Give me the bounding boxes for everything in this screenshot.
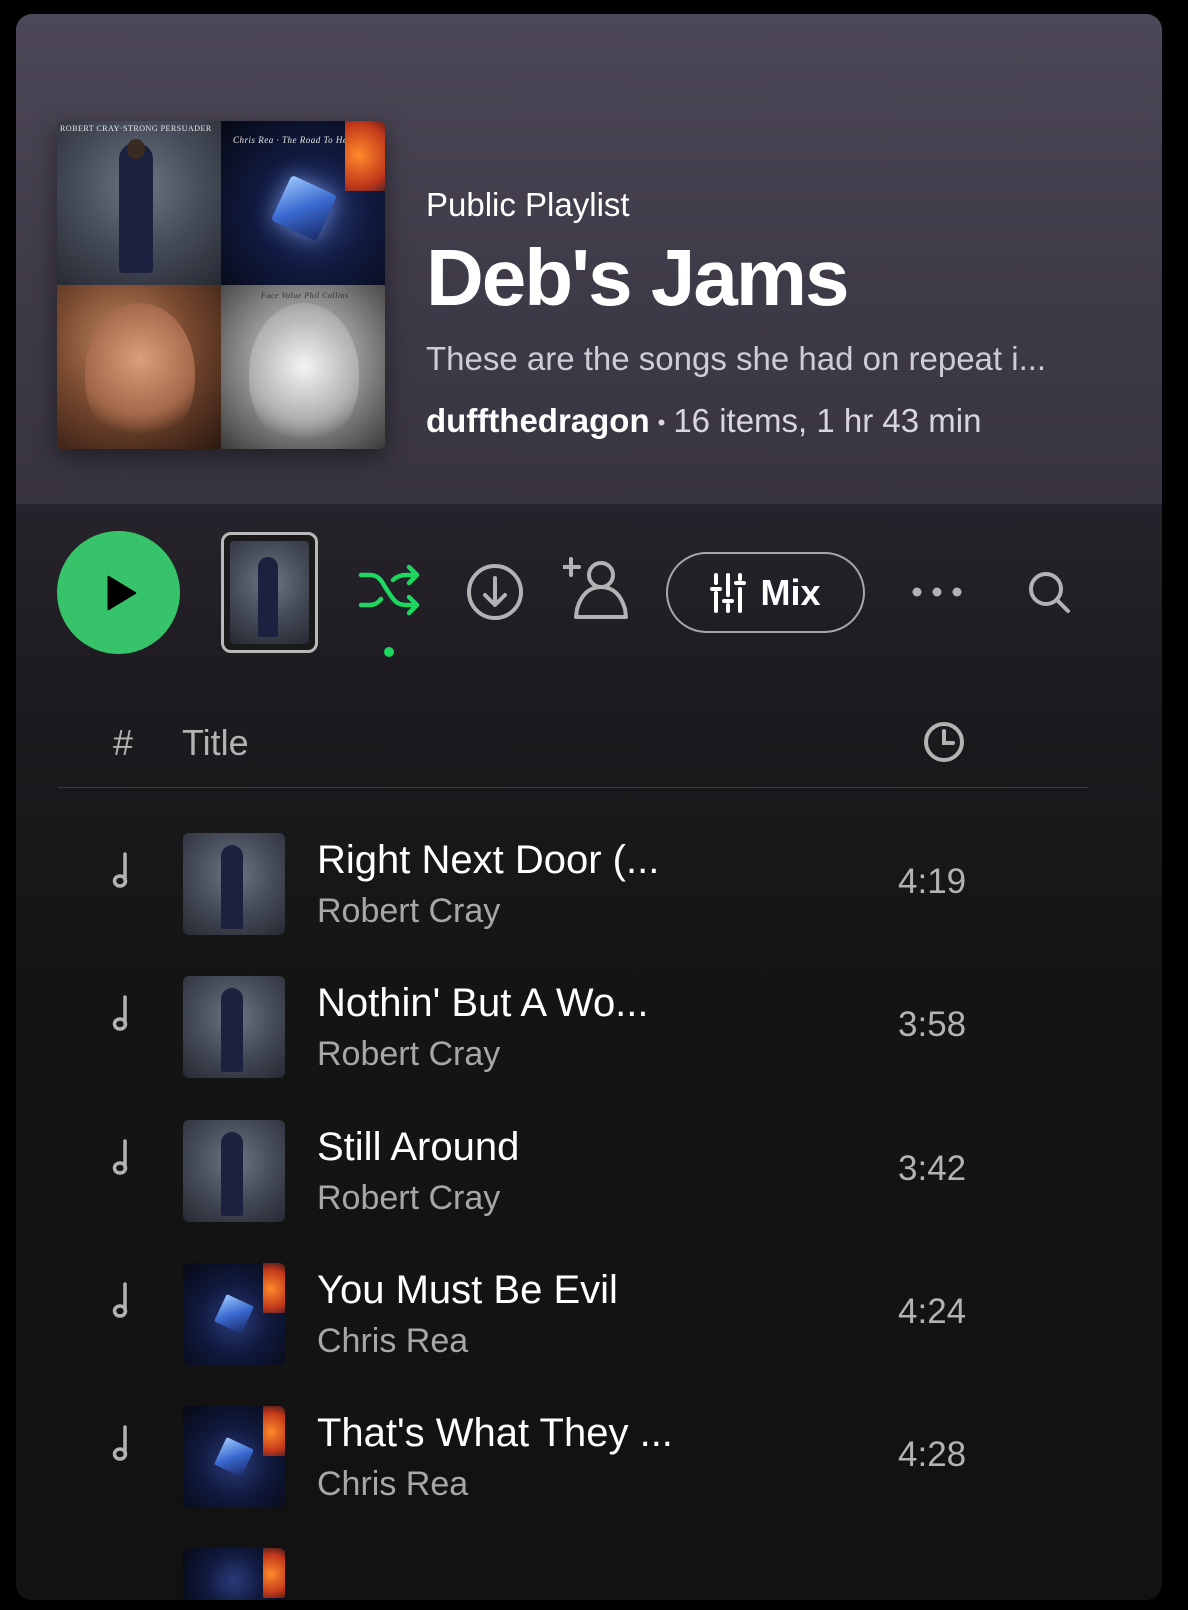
- track-duration: 3:42: [898, 1148, 967, 1188]
- playlist-description[interactable]: These are the songs she had on repeat i.…: [426, 340, 1046, 378]
- track-duration: 4:28: [898, 1435, 967, 1475]
- track-duration: 4:24: [898, 1291, 967, 1331]
- search-button[interactable]: [1016, 557, 1082, 627]
- track-artwork: [183, 1119, 285, 1222]
- cover-art-strong-persuader: ROBERT CRAY·STRONG PERSUADER: [57, 121, 221, 285]
- column-title[interactable]: Title: [182, 722, 249, 764]
- tracklist-header: # Title: [58, 714, 1088, 788]
- more-options-button[interactable]: [904, 557, 970, 627]
- mix-label: Mix: [760, 571, 821, 613]
- add-user-icon: [563, 557, 628, 619]
- shuffle-active-indicator: [384, 647, 394, 657]
- track-title[interactable]: You Must Be Evil: [317, 1268, 618, 1313]
- track-title[interactable]: That's What They ...: [317, 1411, 673, 1456]
- music-note-icon: [112, 995, 128, 1032]
- track-artist[interactable]: Chris Rea: [317, 1322, 468, 1361]
- preview-thumbnail-button[interactable]: [221, 532, 318, 653]
- track-row[interactable]: Right Next Door (... Robert Cray 4:19: [58, 814, 1088, 957]
- music-note-icon: [112, 1425, 128, 1461]
- playlist-type-label: Public Playlist: [426, 186, 630, 223]
- play-icon: [106, 575, 136, 610]
- cover-art-phil-collins-portrait: [57, 285, 221, 449]
- download-button[interactable]: [460, 557, 530, 627]
- track-artwork: [183, 833, 285, 935]
- track-artist[interactable]: Chris Rea: [317, 1465, 468, 1504]
- music-note-icon: [112, 1282, 128, 1318]
- mix-button[interactable]: Mix: [666, 552, 865, 633]
- music-note-icon: [112, 1138, 128, 1175]
- invite-collaborator-button[interactable]: [561, 553, 631, 623]
- playlist-stats: 16 items, 1 hr 43 min: [673, 402, 982, 439]
- cover-text: Face Value Phil Collins: [261, 291, 349, 300]
- track-duration: 4:19: [898, 862, 967, 901]
- action-bar: Mix: [16, 531, 1162, 657]
- track-row[interactable]: Still Around Robert Cray 3:42: [58, 1101, 1088, 1244]
- cover-text: Chris Rea · The Road To Hell: [233, 135, 354, 145]
- track-artwork: [183, 1406, 285, 1509]
- track-artist[interactable]: Robert Cray: [317, 1035, 500, 1074]
- separator-dot: •: [657, 410, 666, 436]
- playlist-byline: duffthedragon • 16 items, 1 hr 43 min: [426, 402, 1046, 440]
- track-title[interactable]: Right Next Door (...: [317, 838, 659, 883]
- track-title[interactable]: Still Around: [317, 1125, 519, 1170]
- album-thumbnail: [230, 541, 309, 644]
- track-title[interactable]: Nothin' But A Wo...: [317, 981, 649, 1026]
- play-button[interactable]: [57, 531, 180, 654]
- track-row[interactable]: You Must Be Evil Chris Rea 4:24: [58, 1244, 1088, 1387]
- sliders-icon: [710, 572, 747, 613]
- tracklist: Right Next Door (... Robert Cray 4:19 No…: [58, 814, 1088, 1530]
- cover-art-road-to-hell: Chris Rea · The Road To Hell: [221, 121, 385, 285]
- shuffle-icon: [358, 564, 420, 616]
- cover-text: ROBERT CRAY·STRONG PERSUADER: [60, 124, 212, 133]
- search-icon: [1029, 572, 1070, 613]
- playlist-title: Deb's Jams: [426, 233, 849, 322]
- partial-track-artwork: [183, 1548, 285, 1600]
- track-artwork: [183, 976, 285, 1079]
- playlist-header: ROBERT CRAY·STRONG PERSUADER Chris Rea ·…: [16, 14, 1162, 504]
- cover-art-face-value: Face Value Phil Collins: [221, 285, 385, 449]
- more-icon: [912, 587, 962, 597]
- shuffle-button[interactable]: [354, 555, 424, 625]
- playlist-meta: Public Playlist Deb's Jams These are the…: [426, 186, 1046, 440]
- clock-icon: [924, 722, 964, 762]
- track-duration: 3:58: [898, 1005, 967, 1045]
- owner-link[interactable]: duffthedragon: [426, 402, 650, 439]
- track-artist[interactable]: Robert Cray: [317, 1179, 500, 1218]
- track-row[interactable]: That's What They ... Chris Rea 4:28: [58, 1387, 1088, 1530]
- download-icon: [467, 564, 523, 620]
- track-row[interactable]: Nothin' But A Wo... Robert Cray 3:58: [58, 957, 1088, 1100]
- track-artist[interactable]: Robert Cray: [317, 892, 500, 931]
- playlist-cover[interactable]: ROBERT CRAY·STRONG PERSUADER Chris Rea ·…: [57, 121, 385, 449]
- track-artwork: [183, 1262, 285, 1365]
- column-number: #: [113, 722, 134, 763]
- music-note-icon: [112, 852, 128, 888]
- playlist-panel: ROBERT CRAY·STRONG PERSUADER Chris Rea ·…: [16, 14, 1162, 1600]
